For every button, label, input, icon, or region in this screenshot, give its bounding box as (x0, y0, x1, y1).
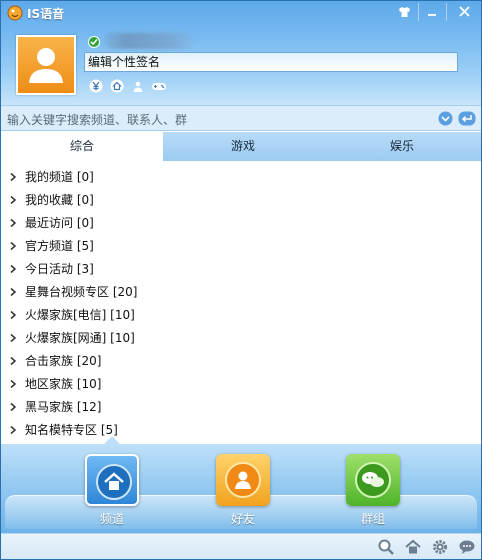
user-silhouette-icon (29, 48, 63, 83)
list-item[interactable]: 合击家族 [20] (1, 350, 301, 372)
yen-icon[interactable] (89, 79, 103, 93)
username-blurred (103, 33, 193, 49)
search-bar[interactable]: 输入关键字搜索频道、联系人、群 (1, 105, 481, 131)
home-icon[interactable] (404, 538, 422, 556)
list-item[interactable]: 最近访问 [0] (1, 212, 301, 234)
signature-input[interactable]: 编辑个性签名 (84, 52, 458, 72)
dock-friends-label: 好友 (230, 512, 255, 526)
dock-groups-button[interactable] (346, 454, 400, 506)
enter-icon[interactable] (458, 111, 476, 126)
skin-button[interactable] (391, 1, 417, 23)
title-bar[interactable]: IS语音 (1, 1, 481, 25)
chevron-right-icon (10, 356, 17, 366)
search-icon[interactable] (377, 538, 395, 556)
dock-channels-button[interactable] (85, 454, 139, 506)
list-item[interactable]: 火爆家族[网通] [10] (1, 327, 301, 349)
bottom-dock: 频道 好友 群组 (1, 436, 481, 533)
chevron-right-icon (10, 218, 17, 228)
shirt-icon (398, 7, 410, 17)
chevron-right-icon (10, 195, 17, 205)
chat-icon (362, 472, 384, 487)
close-button[interactable] (451, 1, 477, 23)
status-bar (1, 533, 481, 559)
dock-channels-label: 频道 (99, 512, 124, 526)
tab-entertainment[interactable]: 娱乐 (323, 132, 481, 161)
chevron-right-icon (10, 172, 17, 182)
chevron-right-icon (10, 287, 17, 297)
list-item[interactable]: 火爆家族[电信] [10] (1, 304, 301, 326)
list-item[interactable]: 地区家族 [10] (1, 373, 301, 395)
app-window: IS语音 编辑个性签名 输入关键字搜索频道、联系人、群 综合 游戏 娱乐 我的频… (0, 0, 482, 560)
list-item[interactable]: 知名模特专区 [5] (1, 419, 301, 441)
list-item[interactable]: 我的收藏 [0] (1, 189, 301, 211)
gear-icon[interactable] (431, 538, 449, 556)
chevron-right-icon (10, 310, 17, 320)
tab-general[interactable]: 综合 (1, 132, 163, 162)
list-item[interactable]: 黑马家族 [12] (1, 396, 301, 418)
chevron-down-icon[interactable] (438, 111, 453, 126)
list-item[interactable]: 我的频道 [0] (1, 166, 301, 188)
chat-icon[interactable] (458, 538, 476, 556)
list-item[interactable]: 今日活动 [3] (1, 258, 301, 280)
close-icon (458, 6, 470, 17)
chevron-right-icon (10, 402, 17, 412)
home-icon (104, 472, 124, 490)
category-tabs: 综合 游戏 娱乐 (1, 132, 481, 162)
upload-icon[interactable] (131, 79, 145, 93)
search-input[interactable]: 输入关键字搜索频道、联系人、群 (7, 111, 187, 128)
app-title: IS语音 (27, 7, 65, 21)
list-item[interactable]: 星舞台视频专区 [20] (1, 281, 301, 303)
dock-groups-label: 群组 (360, 512, 385, 526)
minimize-button[interactable] (419, 1, 445, 23)
tab-games[interactable]: 游戏 (163, 132, 323, 161)
chevron-right-icon (10, 264, 17, 274)
dock-pointer (104, 436, 120, 444)
chevron-right-icon (10, 379, 17, 389)
avatar[interactable] (16, 35, 76, 95)
chevron-right-icon (10, 333, 17, 343)
chevron-right-icon (10, 241, 17, 251)
header: IS语音 编辑个性签名 (1, 1, 481, 105)
channel-category-list: 我的频道 [0] 我的收藏 [0] 最近访问 [0] 官方频道 [5] 今日活动… (1, 161, 481, 444)
dock-friends-button[interactable] (216, 454, 270, 506)
gamepad-icon[interactable] (151, 79, 167, 93)
home-icon[interactable] (110, 79, 124, 93)
minimize-icon (428, 14, 436, 16)
user-icon (235, 471, 251, 489)
chevron-right-icon (10, 425, 17, 435)
title-separator (446, 3, 447, 21)
online-status-icon[interactable] (88, 36, 100, 48)
app-logo-icon (7, 5, 23, 21)
list-item[interactable]: 官方频道 [5] (1, 235, 301, 257)
